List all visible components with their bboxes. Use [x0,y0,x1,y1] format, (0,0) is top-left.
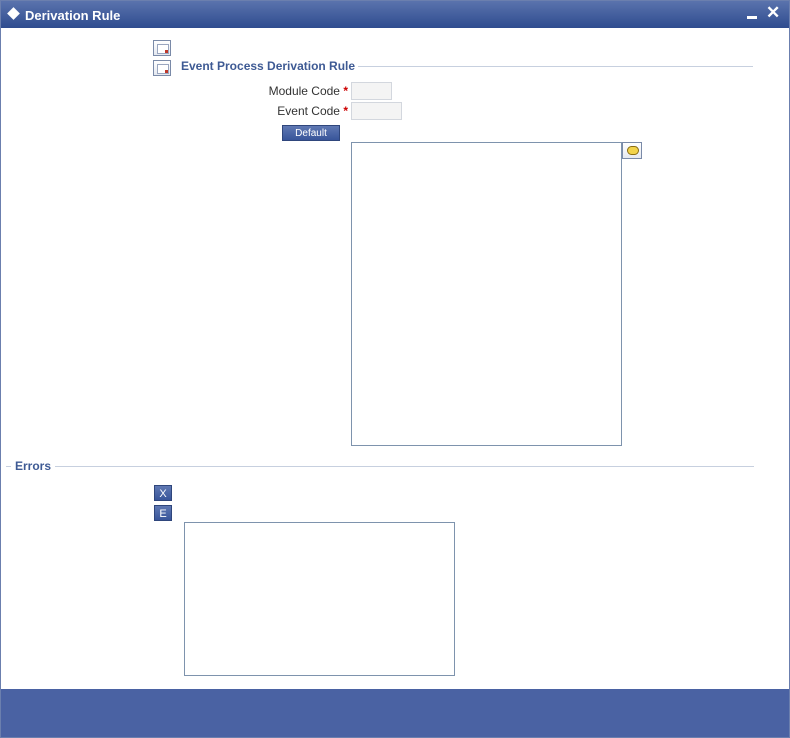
close-icon[interactable]: ✕ [766,3,780,23]
title-bar: Derivation Rule ✕ [1,1,789,28]
required-mark: * [343,84,348,98]
derivation-rule-window: Derivation Rule ✕ Event Process Derivati… [0,0,790,738]
window-title: Derivation Rule [25,8,121,23]
section-divider [353,66,753,67]
toolbar-document-icon[interactable] [153,40,171,56]
errors-textarea[interactable] [184,522,455,676]
event-code-input[interactable] [351,102,402,120]
footer-bar [1,689,789,737]
errors-divider [55,466,754,467]
derivation-rule-textarea[interactable] [351,142,622,446]
module-code-input[interactable] [351,82,392,100]
required-mark: * [343,104,348,118]
toolbar-document-icon-2[interactable] [153,60,171,76]
section-legend: Event Process Derivation Rule [178,59,359,73]
error-e-button[interactable]: E [154,505,172,521]
default-button[interactable]: Default [282,125,340,141]
error-x-button[interactable]: X [154,485,172,501]
event-code-label-row: Event Code * [231,104,348,118]
app-diamond-icon [7,7,20,20]
speech-bubble-icon[interactable] [622,142,642,159]
module-code-label: Module Code [268,84,340,98]
errors-legend: Errors [12,459,55,473]
module-code-label-row: Module Code * [231,84,348,98]
errors-divider-left [6,466,11,467]
minimize-icon[interactable] [747,16,757,19]
event-code-label: Event Code [277,104,340,118]
